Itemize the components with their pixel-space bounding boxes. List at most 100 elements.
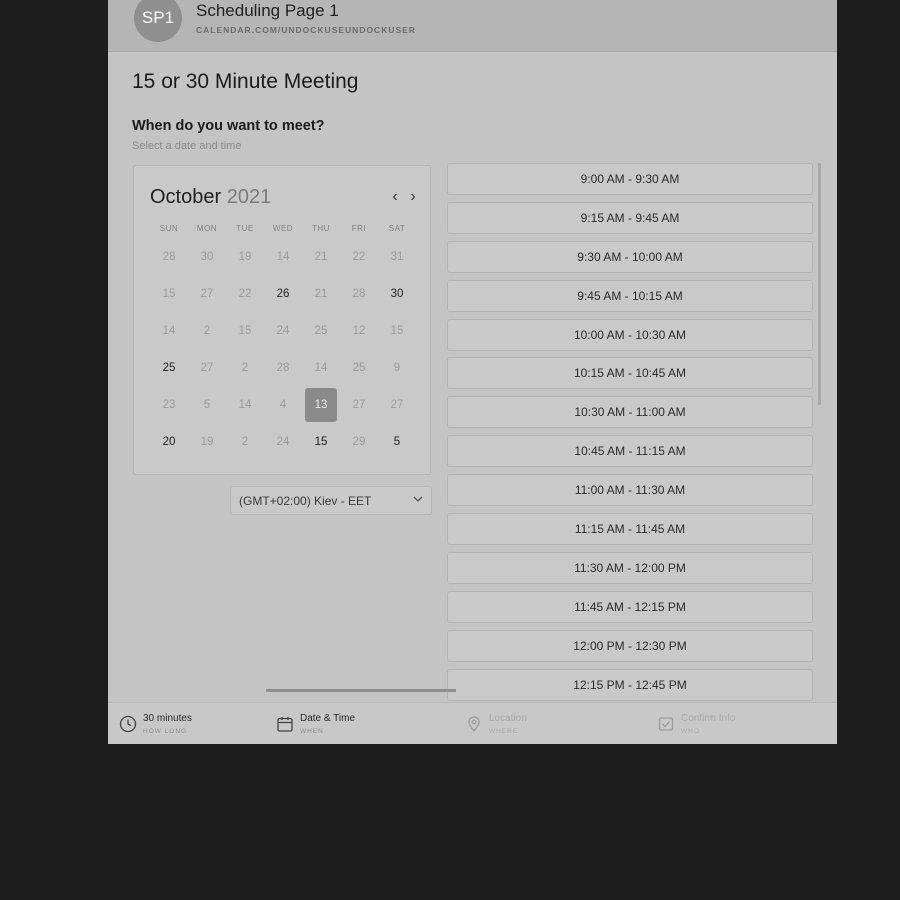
calendar-day: 23 <box>150 386 188 423</box>
time-slot-button[interactable]: 11:30 AM - 12:00 PM <box>447 551 813 584</box>
calendar-day[interactable]: 20 <box>150 423 188 460</box>
calendar-day-number: 24 <box>276 435 290 448</box>
scheduling-page: SP1 Scheduling Page 1 CALENDAR.COM/UNDOC… <box>108 0 837 744</box>
calendar-day: 27 <box>340 386 378 423</box>
calendar-day-number: 5 <box>393 435 401 448</box>
calendar-day: 25 <box>302 312 340 349</box>
time-slot-button[interactable]: 10:30 AM - 11:00 AM <box>447 396 813 429</box>
calendar-day-number: 12 <box>352 324 366 337</box>
chevron-left-icon[interactable]: ‹ <box>388 188 402 206</box>
meeting-subtitle: Select a date and time <box>132 140 242 152</box>
calendar-day: 21 <box>302 238 340 275</box>
calendar-day[interactable]: 25 <box>150 349 188 386</box>
calendar-day: 15 <box>150 275 188 312</box>
time-slot-button[interactable]: 10:45 AM - 11:15 AM <box>447 435 813 468</box>
calendar-day-number: 21 <box>314 250 328 263</box>
calendar-day[interactable]: 30 <box>378 275 416 312</box>
calendar-day: 28 <box>340 275 378 312</box>
step-location-label: Location <box>489 713 527 724</box>
calendar-day-number: 28 <box>352 287 366 300</box>
calendar-day-number: 22 <box>352 250 366 263</box>
calendar-month: October <box>150 186 222 208</box>
clock-icon <box>119 715 137 733</box>
meeting-title: 15 or 30 Minute Meeting <box>132 70 359 93</box>
weekday-header: SAT <box>388 224 406 233</box>
step-location-sub: WHERE <box>489 728 519 735</box>
time-slot-button[interactable]: 9:15 AM - 9:45 AM <box>447 201 813 234</box>
calendar-day: 22 <box>340 238 378 275</box>
time-slot-button[interactable]: 11:45 AM - 12:15 PM <box>447 590 813 623</box>
calendar-day-number: 28 <box>162 250 176 263</box>
calendar-day: 14 <box>226 386 264 423</box>
time-slot-button[interactable]: 10:15 AM - 10:45 AM <box>447 357 813 390</box>
date-picker-calendar: October 2021 ‹ › SUN MON TUE WED THU FRI SAT 28… <box>133 165 431 475</box>
calendar-day-number: 26 <box>276 287 290 300</box>
calendar-day-number: 4 <box>279 398 287 411</box>
chevron-down-icon <box>413 496 423 502</box>
step-duration-label: 30 minutes <box>143 713 192 724</box>
calendar-day-number: 25 <box>314 324 328 337</box>
calendar-day: 2 <box>226 423 264 460</box>
calendar-day-number: 14 <box>238 398 252 411</box>
weekday-header: FRI <box>351 224 367 233</box>
calendar-day-number: 15 <box>238 324 252 337</box>
calendar-day-number: 25 <box>352 361 366 374</box>
time-slot-button[interactable]: 10:00 AM - 10:30 AM <box>447 318 813 351</box>
calendar-day[interactable]: 5 <box>378 423 416 460</box>
calendar-day: 9 <box>378 349 416 386</box>
calendar-day-number: 21 <box>314 287 328 300</box>
calendar-day: 15 <box>226 312 264 349</box>
location-pin-icon <box>468 716 480 733</box>
calendar-day: 12 <box>340 312 378 349</box>
calendar-day: 4 <box>264 386 302 423</box>
calendar-day-selected[interactable]: 13 <box>302 386 340 423</box>
time-slot-button[interactable]: 11:00 AM - 11:30 AM <box>447 474 813 507</box>
calendar-day-number: 15 <box>162 287 176 300</box>
calendar-day-number: 23 <box>162 398 176 411</box>
scheduling-page-url[interactable]: CALENDAR.COM/UNDOCKUSEUNDOCKUSER <box>196 25 416 35</box>
calendar-day: 29 <box>340 423 378 460</box>
calendar-day-number: 27 <box>200 287 214 300</box>
step-confirm-info-label: Confirm Info <box>681 713 736 724</box>
calendar-day-number: 20 <box>162 435 176 448</box>
time-slot-button[interactable]: 11:15 AM - 11:45 AM <box>447 513 813 546</box>
calendar-day: 19 <box>226 238 264 275</box>
calendar-day-number: 29 <box>352 435 366 448</box>
time-slot-list[interactable]: 9:00 AM - 9:30 AM 9:15 AM - 9:45 AM 9:30 A… <box>447 163 813 703</box>
calendar-day-number: 27 <box>200 361 214 374</box>
calendar-day-number: 15 <box>390 324 404 337</box>
calendar-day-number: 27 <box>390 398 404 411</box>
calendar-day: 14 <box>264 238 302 275</box>
calendar-day: 14 <box>302 349 340 386</box>
calendar-day: 24 <box>264 423 302 460</box>
calendar-day: 2 <box>226 349 264 386</box>
calendar-day[interactable]: 26 <box>264 275 302 312</box>
step-duration-sub: HOW LONG <box>143 728 188 735</box>
calendar-day: 27 <box>188 275 226 312</box>
time-slot-button[interactable]: 12:00 PM - 12:30 PM <box>447 629 813 662</box>
calendar-day: 27 <box>188 349 226 386</box>
calendar-icon <box>277 717 293 732</box>
calendar-year: 2021 <box>226 186 272 208</box>
calendar-day-number: 31 <box>390 250 404 263</box>
calendar-day: 28 <box>150 238 188 275</box>
calendar-day-number: 27 <box>352 398 366 411</box>
timezone-select[interactable]: (GMT+02:00) Kiev - EET <box>230 486 432 515</box>
weekday-header: TUE <box>236 224 254 233</box>
calendar-day-number: 14 <box>162 324 176 337</box>
time-slot-button[interactable]: 12:15 PM - 12:45 PM <box>447 668 813 701</box>
calendar-day: 24 <box>264 312 302 349</box>
calendar-day[interactable]: 15 <box>302 423 340 460</box>
calendar-day-number: 9 <box>393 361 401 374</box>
time-slot-button[interactable]: 9:00 AM - 9:30 AM <box>447 163 813 195</box>
time-slot-button[interactable]: 9:45 AM - 10:15 AM <box>447 279 813 312</box>
chevron-right-icon[interactable]: › <box>406 188 420 206</box>
booking-steps-bar: 30 minutes HOW LONG Date & Time WHEN Loc… <box>108 689 837 744</box>
time-slot-button[interactable]: 9:30 AM - 10:00 AM <box>447 240 813 273</box>
time-slot-scrollbar[interactable] <box>818 163 821 405</box>
calendar-day: 31 <box>378 238 416 275</box>
weekday-header: THU <box>312 224 330 233</box>
confirm-icon <box>658 717 674 731</box>
step-date-time-sub: WHEN <box>300 728 324 735</box>
weekday-header: SUN <box>159 224 179 233</box>
